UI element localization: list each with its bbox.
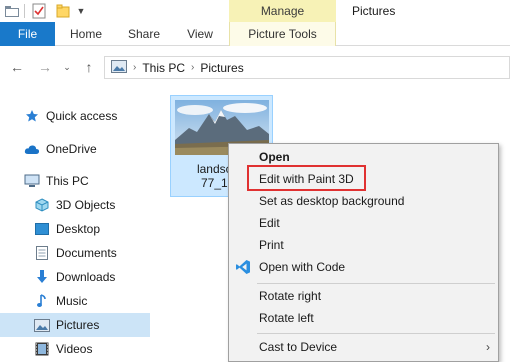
folder-icon [4, 3, 20, 19]
download-icon [34, 269, 50, 285]
nav-item-label: Music [56, 294, 88, 308]
nav-item-desktop[interactable]: Desktop [0, 217, 150, 241]
tab-home[interactable]: Home [66, 22, 106, 46]
address-row: ← → ⌄ ↑ › This PC › Pictures [0, 54, 510, 80]
menu-item-open[interactable]: Open [229, 146, 498, 168]
document-icon [34, 245, 50, 261]
menu-separator [257, 283, 495, 284]
cube-icon [34, 197, 50, 213]
nav-item-label: This PC [46, 174, 89, 188]
context-menu: Open Edit with Paint 3D Set as desktop b… [228, 143, 499, 362]
menu-separator [257, 333, 495, 334]
menu-item-edit-with-paint-3d[interactable]: Edit with Paint 3D [229, 168, 498, 190]
menu-item-set-as-desktop-background[interactable]: Set as desktop background [229, 190, 498, 212]
address-bar[interactable]: › This PC › Pictures [104, 56, 510, 79]
submenu-chevron-right-icon: › [486, 340, 490, 354]
star-icon [24, 108, 40, 124]
menu-item-rotate-left[interactable]: Rotate left [229, 307, 498, 329]
menu-item-open-with-code[interactable]: Open with Code [229, 256, 498, 278]
nav-item-label: Quick access [46, 109, 118, 123]
breadcrumb-separator-icon[interactable]: › [191, 62, 194, 73]
title-bar: ▼ Manage Pictures [0, 0, 510, 22]
window-title: Pictures [352, 4, 396, 18]
tab-picture-tools[interactable]: Picture Tools [229, 22, 336, 46]
menu-item-rotate-right[interactable]: Rotate right [229, 285, 498, 307]
nav-item-videos[interactable]: Videos [0, 337, 150, 361]
up-arrow-icon[interactable]: ↑ [80, 58, 98, 76]
nav-item-pictures[interactable]: Pictures [0, 313, 150, 337]
menu-item-cast-to-device[interactable]: Cast to Device › [229, 336, 498, 358]
back-arrow-icon[interactable]: ← [8, 58, 26, 76]
tab-share[interactable]: Share [124, 22, 164, 46]
video-icon [34, 341, 50, 357]
computer-icon [24, 173, 40, 189]
pictures-location-icon [111, 59, 127, 76]
cloud-icon [24, 141, 40, 157]
quick-access-toolbar-dropdown-icon[interactable]: ▼ [75, 3, 87, 19]
menu-item-edit[interactable]: Edit [229, 212, 498, 234]
nav-item-onedrive[interactable]: OneDrive [0, 137, 150, 161]
nav-item-label: OneDrive [46, 142, 97, 156]
nav-item-documents[interactable]: Documents [0, 241, 150, 265]
menu-item-print[interactable]: Print [229, 234, 498, 256]
nav-item-downloads[interactable]: Downloads [0, 265, 150, 289]
breadcrumb-pictures[interactable]: Pictures [200, 61, 243, 75]
nav-item-quick-access[interactable]: Quick access [0, 104, 150, 128]
ribbon-tabs: File Home Share View Picture Tools [0, 22, 510, 46]
tab-view[interactable]: View [180, 22, 220, 46]
manage-tab-group[interactable]: Manage [229, 0, 336, 22]
properties-checkmark-icon[interactable] [31, 3, 47, 19]
new-folder-icon[interactable] [55, 3, 71, 19]
pictures-icon [34, 317, 50, 333]
file-explorer-window: ▼ Manage Pictures File Home Share View P… [0, 0, 510, 362]
tab-file[interactable]: File [0, 22, 55, 46]
nav-item-label: Documents [56, 246, 117, 260]
menu-item-label: Cast to Device [259, 340, 338, 354]
nav-item-label: Pictures [56, 318, 100, 332]
nav-item-3d-objects[interactable]: 3D Objects [0, 193, 150, 217]
recent-locations-chevron-icon[interactable]: ⌄ [58, 58, 76, 76]
titlebar-divider [24, 4, 25, 18]
nav-item-label: 3D Objects [56, 198, 116, 212]
music-icon [34, 293, 50, 309]
breadcrumb-separator-icon[interactable]: › [133, 62, 136, 73]
desktop-icon [34, 221, 50, 237]
navigation-pane: Quick access OneDrive This PC 3D Objects… [0, 96, 150, 362]
forward-arrow-icon[interactable]: → [36, 58, 54, 76]
nav-item-label: Downloads [56, 270, 116, 284]
nav-item-music[interactable]: Music [0, 289, 150, 313]
nav-item-label: Desktop [56, 222, 101, 236]
vscode-icon [235, 259, 251, 275]
breadcrumb-this-pc[interactable]: This PC [142, 61, 185, 75]
nav-item-label: Videos [56, 342, 93, 356]
nav-item-this-pc[interactable]: This PC [0, 169, 150, 193]
